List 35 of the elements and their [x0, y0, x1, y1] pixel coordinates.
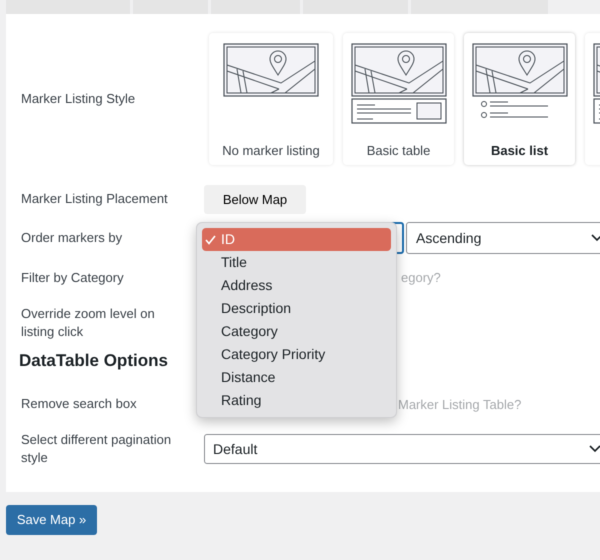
chevron-down-icon — [591, 234, 600, 242]
field-label: Marker Listing Placement — [21, 190, 169, 208]
menu-item[interactable]: Distance — [202, 366, 391, 389]
below-map-button[interactable]: Below Map — [204, 185, 306, 214]
menu-item[interactable]: Address — [202, 274, 391, 297]
menu-item[interactable]: Title — [202, 251, 391, 274]
tab[interactable] — [211, 0, 300, 14]
map-icon — [350, 43, 446, 125]
card-label: Basic table — [366, 142, 430, 160]
tab[interactable] — [303, 0, 408, 14]
field-label: Remove search box — [21, 395, 138, 414]
menu-item[interactable]: Rating — [202, 389, 391, 412]
menu-item[interactable]: Description — [202, 297, 391, 320]
field-label: Select different pagination style — [21, 431, 172, 467]
chevron-down-icon — [589, 445, 600, 453]
field-label: Order markers by — [21, 229, 124, 247]
tab[interactable] — [6, 0, 130, 14]
layout-option-card[interactable]: No marker listing — [209, 33, 333, 165]
pagination-select[interactable]: Default — [204, 434, 600, 464]
section-heading: DataTable Options — [19, 350, 168, 370]
menu-item[interactable]: Category — [202, 320, 391, 343]
field-label: Filter by Category — [21, 268, 125, 287]
field-label: Override zoom level on listing click — [21, 304, 156, 340]
direction-select[interactable]: Ascending — [406, 222, 600, 254]
field-label: Marker Listing Style — [21, 90, 136, 108]
layout-option-card[interactable]: Basic list — [464, 33, 575, 165]
card-label: Basic list — [490, 142, 548, 160]
save-map-button[interactable]: Save Map » — [6, 505, 97, 535]
menu-item[interactable]: Category Priority — [202, 343, 391, 366]
checkbox-description: egory? — [401, 269, 441, 287]
tab[interactable] — [411, 0, 548, 14]
layout-option-card[interactable]: Basic table — [343, 33, 454, 165]
checkbox-description: Marker Listing Table? — [398, 396, 522, 414]
card-label: No marker listing — [222, 142, 320, 160]
tab[interactable] — [133, 0, 208, 14]
